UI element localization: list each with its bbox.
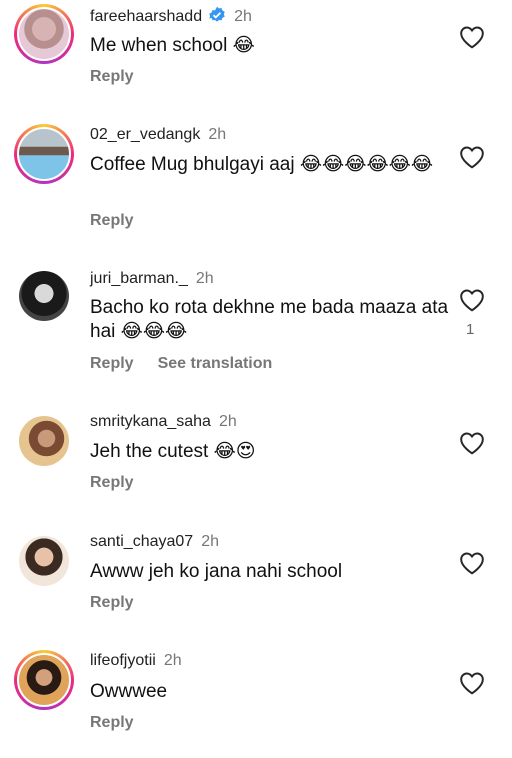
avatar-container[interactable] [14,531,74,591]
avatar[interactable] [19,271,69,321]
avatar-story-ring[interactable] [14,124,74,184]
comment-actions: Reply [90,68,134,86]
avatar-story-ring[interactable] [14,650,74,710]
comment-actions: Reply See translation [90,355,272,373]
comment-actions: Reply [90,474,134,492]
heart-icon[interactable] [459,288,485,312]
comment-text: Owwwee [90,681,168,702]
reply-button[interactable]: Reply [90,594,134,611]
reply-button[interactable]: Reply [90,474,134,491]
heart-icon[interactable] [459,431,485,455]
heart-icon[interactable] [459,671,485,695]
comment-text: Jeh the cutest 😂😍 [90,441,256,462]
heart-icon[interactable] [459,25,485,49]
username[interactable]: santi_chaya07 [90,533,193,550]
comment-header: juri_barman._ 2h [90,270,214,288]
username[interactable]: fareehaarshadd [90,8,202,25]
comment-header: smritykana_saha 2h [90,413,237,431]
comment-header: santi_chaya07 2h [90,533,219,551]
avatar-container[interactable] [14,411,74,471]
username[interactable]: lifeofjyotii [90,652,156,669]
heart-icon[interactable] [459,145,485,169]
comment-text: Me when school 😂 [90,35,255,56]
avatar-container[interactable] [14,266,74,326]
avatar[interactable] [17,653,71,707]
comment-text: Bacho ko rota dekhne me bada maaza ata h… [90,297,449,342]
avatar[interactable] [17,7,71,61]
comment-header: 02_er_vedangk 2h [90,126,226,144]
timestamp: 2h [163,652,182,669]
username[interactable]: juri_barman._ [90,270,188,287]
username[interactable]: 02_er_vedangk [90,126,200,143]
reply-button[interactable]: Reply [90,212,134,229]
reply-button[interactable]: Reply [90,68,134,85]
timestamp: 2h [195,270,214,287]
comment-header: lifeofjyotii 2h [90,652,182,670]
username[interactable]: smritykana_saha [90,413,211,430]
see-translation-link[interactable]: See translation [158,355,273,372]
comment-actions: Reply [90,594,134,612]
verified-badge-icon [208,6,226,29]
heart-icon[interactable] [459,551,485,575]
avatar[interactable] [17,127,71,181]
timestamp: 2h [234,8,252,25]
comment-text: Coffee Mug bhulgayi aaj 😂😂😂😂😂😂 [90,154,434,175]
comment-actions: Reply [90,714,134,732]
timestamp: 2h [201,533,219,550]
comment-actions: Reply [90,212,134,230]
avatar[interactable] [19,416,69,466]
avatar-story-ring[interactable] [14,4,74,64]
timestamp: 2h [208,126,227,143]
reply-button[interactable]: Reply [90,355,134,372]
comment-text: Awww jeh ko jana nahi school [90,561,343,582]
comment-header: fareehaarshadd 2h [90,6,252,29]
avatar[interactable] [19,536,69,586]
like-count: 1 [466,321,475,338]
timestamp: 2h [218,413,237,430]
reply-button[interactable]: Reply [90,714,134,731]
